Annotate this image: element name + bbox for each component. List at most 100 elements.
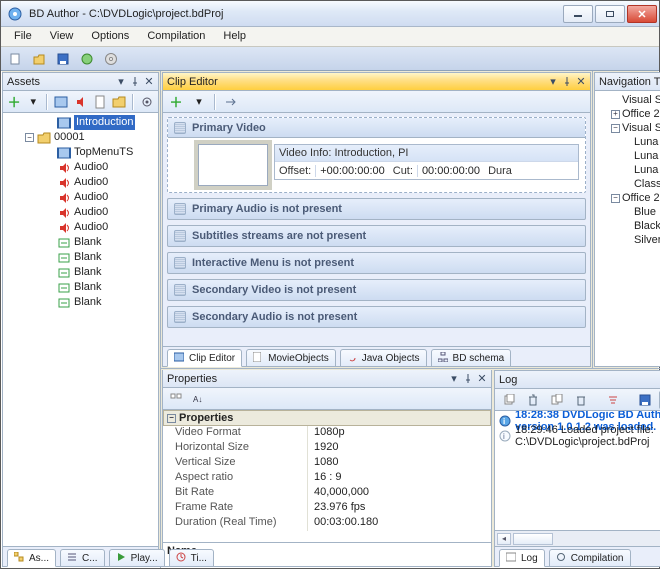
titlebar[interactable]: BD Author - C:\DVDLogic\project.bdProj xyxy=(1,1,659,27)
build-icon[interactable] xyxy=(77,49,97,69)
nav-item[interactable]: −Office 2007 xyxy=(607,191,660,205)
clip-editor-header[interactable]: Clip Editor ▾ ✕ xyxy=(163,73,590,91)
prop-row[interactable]: Frame Rate23.976 fps xyxy=(163,501,491,516)
tab-clip-editor[interactable]: Clip Editor xyxy=(167,349,242,367)
prop-row[interactable]: Duration (Real Time)00:03:00.180 xyxy=(163,516,491,531)
add-icon[interactable]: ＋ xyxy=(6,92,22,112)
save-icon[interactable] xyxy=(53,49,73,69)
tree-node[interactable]: Blank xyxy=(15,235,158,250)
trash-all-icon[interactable] xyxy=(571,390,591,410)
tab-movie-objects[interactable]: MovieObjects xyxy=(246,349,336,367)
chevron-down-icon[interactable]: ▾ xyxy=(25,92,41,112)
disc-icon[interactable] xyxy=(101,49,121,69)
pin-icon[interactable] xyxy=(130,77,140,87)
clip-block[interactable]: Interactive Menu is not present xyxy=(167,252,586,274)
dropdown-icon[interactable]: ▾ xyxy=(449,374,459,384)
nav-item[interactable]: Luna Olive xyxy=(607,163,660,177)
clip-block[interactable]: Secondary Audio is not present xyxy=(167,306,586,328)
tree-node[interactable]: Blank xyxy=(15,265,158,280)
gear-icon[interactable] xyxy=(139,92,155,112)
clip-block[interactable]: Secondary Video is not present xyxy=(167,279,586,301)
scroll-thumb[interactable] xyxy=(513,533,553,545)
open-icon[interactable] xyxy=(29,49,49,69)
block-header[interactable]: Primary Video xyxy=(168,118,585,138)
close-icon[interactable]: ✕ xyxy=(576,77,586,87)
page-icon[interactable] xyxy=(92,92,108,112)
tree-node[interactable]: Audio0 xyxy=(15,175,158,190)
tree-node[interactable]: −00001 xyxy=(15,130,158,145)
close-button[interactable] xyxy=(627,5,657,23)
tree-node[interactable]: Blank xyxy=(15,250,158,265)
prop-row[interactable]: Horizontal Size1920 xyxy=(163,441,491,456)
dropdown-icon[interactable]: ▾ xyxy=(116,77,126,87)
tab-c[interactable]: C... xyxy=(60,549,105,567)
chevron-down-icon[interactable]: ▾ xyxy=(189,92,209,112)
drag-handle-icon[interactable] xyxy=(174,284,186,296)
nav-tree[interactable]: Visual Studio 2003+Office 2003−Visual St… xyxy=(595,91,660,366)
nav-item[interactable]: Classic xyxy=(607,177,660,191)
tree-node[interactable]: Audio0 xyxy=(15,190,158,205)
video-thumbnail[interactable] xyxy=(198,144,268,186)
nav-item[interactable]: Luna Silver xyxy=(607,149,660,163)
clip-block[interactable]: Subtitles streams are not present xyxy=(167,225,586,247)
audio-icon[interactable] xyxy=(72,92,88,112)
tree-node[interactable]: Audio0 xyxy=(15,160,158,175)
log-scrollbar[interactable]: ◂ ▸ xyxy=(495,530,660,546)
dropdown-icon[interactable]: ▾ xyxy=(548,77,558,87)
expand-icon[interactable]: − xyxy=(611,194,620,203)
minimize-button[interactable] xyxy=(563,5,593,23)
arrow-right-icon[interactable] xyxy=(221,92,241,112)
assets-tree[interactable]: Introduction−00001TopMenuTSAudio0Audio0A… xyxy=(3,113,158,546)
assets-header[interactable]: Assets ▾ ✕ xyxy=(3,73,158,91)
trash-icon[interactable] xyxy=(523,390,543,410)
menu-view[interactable]: View xyxy=(41,27,83,46)
scroll-left-icon[interactable]: ◂ xyxy=(497,533,511,545)
filter-icon[interactable] xyxy=(603,390,623,410)
log-body[interactable]: i18:28:38 DVDLogic BD Author version 1.0… xyxy=(495,411,660,530)
tree-node[interactable]: Blank xyxy=(15,295,158,310)
prop-row[interactable]: Vertical Size1080 xyxy=(163,456,491,471)
drag-handle-icon[interactable] xyxy=(174,122,186,134)
expand-icon[interactable]: − xyxy=(611,124,620,133)
folder-add-icon[interactable] xyxy=(111,92,127,112)
tab-ti[interactable]: Ti... xyxy=(169,549,214,567)
menu-options[interactable]: Options xyxy=(82,27,138,46)
sort-az-icon[interactable]: A↓ xyxy=(189,389,209,409)
menu-help[interactable]: Help xyxy=(214,27,255,46)
nav-item[interactable]: Black xyxy=(607,219,660,233)
clip-block[interactable]: Primary Audio is not present xyxy=(167,198,586,220)
log-line[interactable]: i18:29:46 Loaded project file: C:\DVDLog… xyxy=(499,428,660,443)
prop-row[interactable]: Bit Rate40,000,000 xyxy=(163,486,491,501)
drag-handle-icon[interactable] xyxy=(174,203,186,215)
tree-node[interactable]: Audio0 xyxy=(15,220,158,235)
tree-node[interactable]: Introduction xyxy=(15,115,158,130)
prop-row[interactable]: Aspect ratio16 : 9 xyxy=(163,471,491,486)
menu-file[interactable]: File xyxy=(5,27,41,46)
film-icon[interactable] xyxy=(53,92,69,112)
tab-log[interactable]: Log xyxy=(499,549,545,567)
drag-handle-icon[interactable] xyxy=(174,257,186,269)
pin-icon[interactable] xyxy=(562,77,572,87)
save-log-icon[interactable] xyxy=(635,390,655,410)
collapse-icon[interactable]: − xyxy=(167,414,176,423)
tree-node[interactable]: Blank xyxy=(15,280,158,295)
nav-item[interactable]: Blue xyxy=(607,205,660,219)
nav-item[interactable]: Visual Studio 2003 xyxy=(607,93,660,107)
tab-java-objects[interactable]: Java Objects xyxy=(340,349,427,367)
prop-group[interactable]: −Properties xyxy=(163,410,491,426)
close-icon[interactable]: ✕ xyxy=(477,374,487,384)
maximize-button[interactable] xyxy=(595,5,625,23)
nav-tree-header[interactable]: Navigation Tree ◂ ▸ ✕ xyxy=(595,73,660,91)
expand-icon[interactable]: − xyxy=(25,133,34,142)
prop-row[interactable]: Video Format1080p xyxy=(163,426,491,441)
nav-item[interactable]: +Office 2003 xyxy=(607,107,660,121)
log-header[interactable]: Log ▾ ✕ xyxy=(495,371,660,389)
menu-compilation[interactable]: Compilation xyxy=(138,27,214,46)
new-icon[interactable] xyxy=(5,49,25,69)
properties-header[interactable]: Properties ▾ ✕ xyxy=(163,370,491,388)
pin-icon[interactable] xyxy=(463,374,473,384)
tab-compilation[interactable]: Compilation xyxy=(549,549,631,567)
clip-body[interactable]: Primary Video Video Info: Introduction, … xyxy=(163,113,590,346)
tab-bd-schema[interactable]: BD schema xyxy=(431,349,512,367)
nav-item[interactable]: Silver xyxy=(607,233,660,247)
